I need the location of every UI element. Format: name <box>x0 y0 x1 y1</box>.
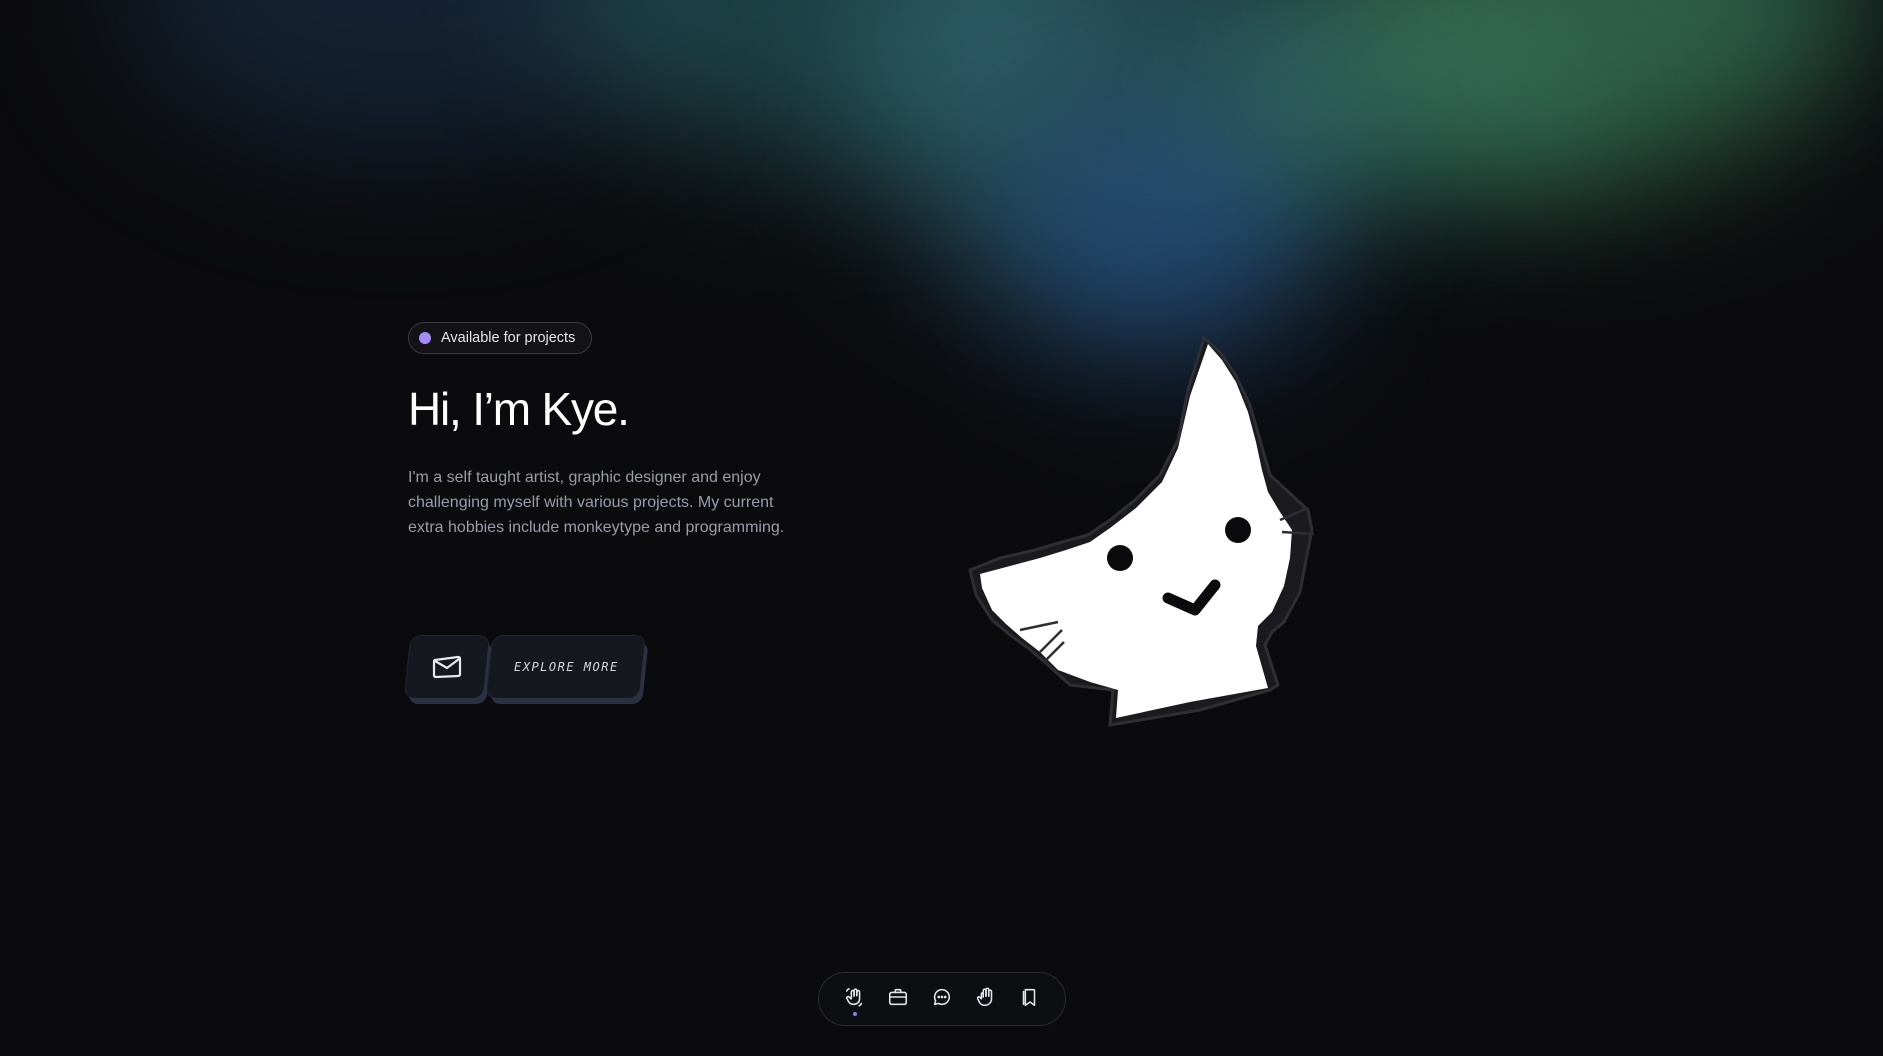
wave-hand-icon <box>844 986 866 1012</box>
dock-item-bookmarks[interactable] <box>1012 982 1046 1016</box>
chat-bubble-icon <box>931 986 953 1012</box>
explore-more-button[interactable]: EXPLORE MORE <box>486 636 646 698</box>
contact-mail-button[interactable] <box>404 636 490 698</box>
bottom-dock <box>818 972 1066 1026</box>
envelope-icon <box>431 654 463 680</box>
bookmarks-icon <box>1018 986 1040 1012</box>
active-indicator-icon <box>852 1012 857 1016</box>
bio-text: I'm a self taught artist, graphic design… <box>408 468 785 536</box>
dock-item-chat[interactable] <box>925 982 959 1016</box>
hero-section: Available for projects Hi, I’m Kye. I'm … <box>408 322 828 540</box>
page: Available for projects Hi, I’m Kye. I'm … <box>0 0 1883 1056</box>
raised-hand-icon <box>975 986 997 1012</box>
dock-item-work[interactable] <box>881 982 915 1016</box>
page-title: Hi, I’m Kye. <box>408 383 630 435</box>
status-dot-icon <box>419 332 431 344</box>
briefcase-icon <box>887 986 909 1012</box>
dock-item-hand[interactable] <box>969 982 1003 1016</box>
availability-text: Available for projects <box>441 330 576 346</box>
availability-badge: Available for projects <box>408 322 593 354</box>
dock-item-hello[interactable] <box>838 982 872 1016</box>
hero-actions: EXPLORE MORE <box>404 636 668 708</box>
cat-illustration <box>940 330 1330 730</box>
explore-more-label: EXPLORE MORE <box>513 660 619 674</box>
